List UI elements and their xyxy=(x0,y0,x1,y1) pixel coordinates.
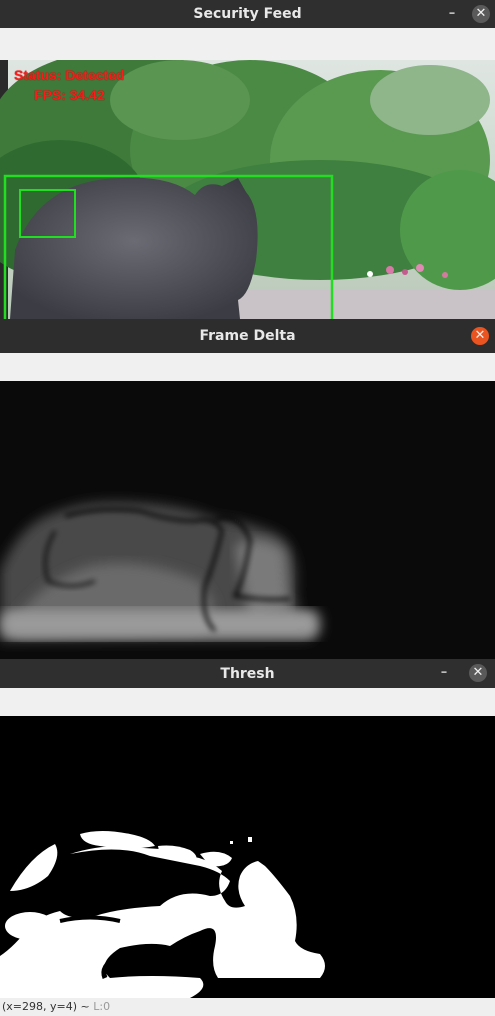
thresh-frame xyxy=(0,716,495,998)
fps-overlay-text: FPS: 34.42 xyxy=(34,87,105,103)
minimize-button[interactable]: – xyxy=(436,665,452,681)
frame-delta-toolbar xyxy=(0,353,495,381)
frame-delta-titlebar[interactable]: Frame Delta ✕ xyxy=(0,319,495,353)
security-feed-image: Status: Detected FPS: 34.42 xyxy=(0,60,495,319)
thresh-image xyxy=(0,716,495,998)
cursor-coordinates: (x=298, y=4) ~ xyxy=(2,1000,90,1013)
minimize-button[interactable]: – xyxy=(444,6,460,22)
pixel-level: L:0 xyxy=(93,1000,111,1013)
close-button[interactable]: ✕ xyxy=(471,327,489,345)
frame-delta-title: Frame Delta xyxy=(199,328,296,344)
frame-delta-image xyxy=(0,381,495,659)
frame-delta-frame xyxy=(0,381,495,659)
security-feed-title: Security Feed xyxy=(193,6,302,22)
thresh-title: Thresh xyxy=(220,665,275,682)
close-button[interactable]: ✕ xyxy=(469,664,487,682)
security-feed-toolbar xyxy=(0,28,495,60)
status-overlay-text: Status: Detected xyxy=(14,67,125,83)
close-button[interactable]: ✕ xyxy=(472,5,490,23)
thresh-toolbar xyxy=(0,688,495,716)
thresh-titlebar[interactable]: Thresh – ✕ xyxy=(0,659,495,688)
statusbar: (x=298, y=4) ~ L:0 xyxy=(0,998,495,1016)
security-feed-titlebar[interactable]: Security Feed – ✕ xyxy=(0,0,495,28)
